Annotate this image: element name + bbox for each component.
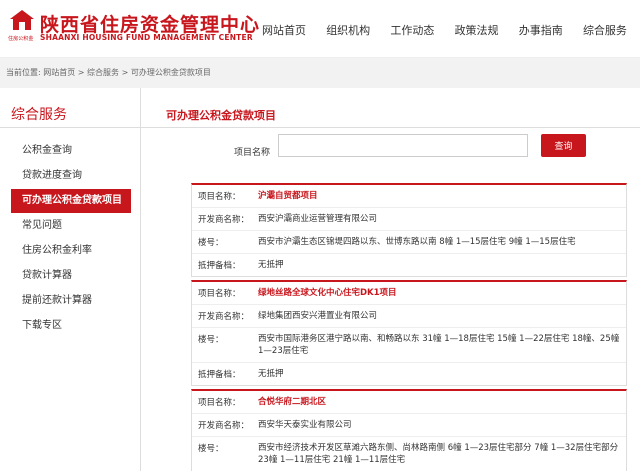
main-nav: 网站首页 组织机构 工作动态 政策法规 办事指南 综合服务 联系	[262, 22, 640, 38]
nav-home[interactable]: 网站首页	[262, 22, 306, 38]
mortgage-value: 无抵押	[258, 260, 284, 270]
housing-fund-logo[interactable]: 住房公积金	[8, 10, 36, 44]
sidebar-item-prepayment-calculator[interactable]: 提前还款计算器	[0, 289, 140, 313]
page-title: 可办理公积金贷款项目	[141, 88, 640, 128]
project-list: 项目名称： 沪灞自贸都项目 开发商名称： 西安沪灞商业运营管理有限公司 楼号： …	[191, 183, 627, 471]
buildings-value: 西安市国际港务区港宁路以南、和畅路以东 31幢 1—18层住宅 15幢 1—22…	[258, 334, 620, 356]
developer-label: 开发商名称：	[198, 421, 250, 431]
project-name-link[interactable]: 绿地丝路全球文化中心住宅DK1项目	[254, 282, 626, 304]
developer-row: 开发商名称： 西安华天泰实业有限公司	[192, 413, 626, 436]
nav-services[interactable]: 综合服务	[583, 22, 627, 38]
developer-label: 开发商名称：	[198, 312, 250, 322]
buildings-label: 楼号：	[198, 335, 224, 345]
project-name-link[interactable]: 沪灞自贸都项目	[254, 185, 626, 207]
project-name-label: 项目名称：	[198, 192, 241, 202]
nav-policies[interactable]: 政策法规	[455, 22, 499, 38]
mortgage-label: 抵押备档：	[198, 370, 241, 380]
buildings-row: 楼号： 西安市经济技术开发区草滩六路东侧、尚林路南侧 6幢 1—23层住宅部分 …	[192, 436, 626, 471]
site-subtitle: SHAANXI HOUSING FUND MANAGEMENT CENTER	[40, 33, 253, 42]
buildings-row: 楼号： 西安市沪灞生态区锦堤四路以东、世博东路以南 8幢 1—15层住宅 9幢 …	[192, 230, 626, 253]
developer-row: 开发商名称： 西安沪灞商业运营管理有限公司	[192, 207, 626, 230]
house-icon	[9, 10, 35, 32]
mortgage-row: 抵押备档： 无抵押	[192, 253, 626, 276]
developer-label: 开发商名称：	[198, 215, 250, 225]
mortgage-label: 抵押备档：	[198, 261, 241, 271]
project-card: 项目名称： 合悦华府二期北区 开发商名称： 西安华天泰实业有限公司 楼号： 西安…	[191, 389, 627, 471]
project-card: 项目名称： 绿地丝路全球文化中心住宅DK1项目 开发商名称： 绿地集团西安兴港置…	[191, 280, 627, 386]
sidebar: 综合服务 公积金查询 贷款进度查询 可办理公积金贷款项目 常见问题 住房公积金利…	[0, 88, 141, 471]
project-name-row: 项目名称： 沪灞自贸都项目	[192, 185, 626, 207]
mortgage-row: 抵押备档： 无抵押	[192, 362, 626, 385]
nav-organization[interactable]: 组织机构	[326, 22, 370, 38]
project-name-label: 项目名称：	[198, 398, 241, 408]
sidebar-item-loan-progress[interactable]: 贷款进度查询	[0, 164, 140, 188]
sidebar-title: 综合服务	[0, 88, 140, 128]
sidebar-item-fund-query[interactable]: 公积金查询	[0, 139, 140, 163]
project-name-row: 项目名称： 合悦华府二期北区	[192, 391, 626, 413]
developer-row: 开发商名称： 绿地集团西安兴港置业有限公司	[192, 304, 626, 327]
search-bar: 项目名称 查询	[141, 128, 640, 180]
buildings-label: 楼号：	[198, 444, 224, 454]
mortgage-value: 无抵押	[258, 369, 284, 379]
sidebar-menu: 公积金查询 贷款进度查询 可办理公积金贷款项目 常见问题 住房公积金利率 贷款计…	[0, 128, 140, 338]
buildings-value: 西安市沪灞生态区锦堤四路以东、世博东路以南 8幢 1—15层住宅 9幢 1—15…	[258, 237, 576, 247]
sidebar-item-faq[interactable]: 常见问题	[0, 214, 140, 238]
sidebar-item-loan-projects[interactable]: 可办理公积金贷款项目	[11, 189, 131, 213]
site-header: 住房公积金 陕西省住房资金管理中心 SHAANXI HOUSING FUND M…	[0, 0, 640, 58]
logo-caption: 住房公积金	[8, 35, 34, 42]
nav-service-guide[interactable]: 办事指南	[519, 22, 563, 38]
main-content: 可办理公积金贷款项目 项目名称 查询 项目名称： 沪灞自贸都项目 开发商名称： …	[141, 88, 640, 471]
project-card: 项目名称： 沪灞自贸都项目 开发商名称： 西安沪灞商业运营管理有限公司 楼号： …	[191, 183, 627, 277]
project-name-label: 项目名称：	[198, 289, 241, 299]
developer-value: 西安沪灞商业运营管理有限公司	[258, 214, 378, 224]
sidebar-item-loan-calculator[interactable]: 贷款计算器	[0, 264, 140, 288]
developer-value: 西安华天泰实业有限公司	[258, 420, 352, 430]
project-name-row: 项目名称： 绿地丝路全球文化中心住宅DK1项目	[192, 282, 626, 304]
breadcrumb: 当前位置: 网站首页 > 综合服务 > 可办理公积金贷款项目	[0, 58, 640, 88]
sidebar-item-downloads[interactable]: 下载专区	[0, 314, 140, 338]
buildings-row: 楼号： 西安市国际港务区港宁路以南、和畅路以东 31幢 1—18层住宅 15幢 …	[192, 327, 626, 362]
search-button[interactable]: 查询	[541, 134, 586, 157]
buildings-value: 西安市经济技术开发区草滩六路东侧、尚林路南侧 6幢 1—23层住宅部分 7幢 1…	[258, 443, 619, 465]
project-name-input[interactable]	[278, 134, 528, 157]
sidebar-item-interest-rate[interactable]: 住房公积金利率	[0, 239, 140, 263]
developer-value: 绿地集团西安兴港置业有限公司	[258, 311, 378, 321]
project-name-link[interactable]: 合悦华府二期北区	[254, 391, 626, 413]
search-label: 项目名称	[234, 148, 271, 158]
buildings-label: 楼号：	[198, 238, 224, 248]
nav-work-news[interactable]: 工作动态	[390, 22, 434, 38]
